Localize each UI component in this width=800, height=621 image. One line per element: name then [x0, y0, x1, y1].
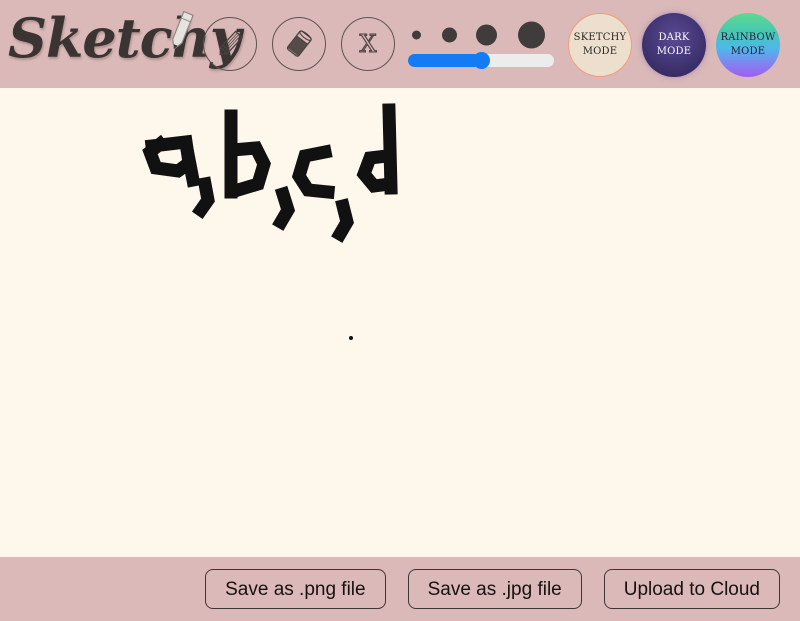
- eraser-icon: [286, 30, 312, 57]
- sketchy-mode-label-line1: SKETCHY: [573, 31, 627, 43]
- sketchy-app: Sketchy X SKETCHY MODE DARK MODE RAINBOW…: [0, 0, 800, 621]
- rainbow-mode-label-line2: MODE: [730, 46, 766, 57]
- brush-dot-1: [412, 30, 421, 40]
- dark-mode-label-line1: DARK: [658, 31, 690, 43]
- toolbar: Sketchy X SKETCHY MODE DARK MODE RAINBOW…: [0, 0, 800, 88]
- mode-buttons: SKETCHY MODE DARK MODE RAINBOW MODE: [568, 13, 780, 77]
- sketchy-mode-label-line2: MODE: [582, 46, 618, 57]
- upload-cloud-button[interactable]: Upload to Cloud: [603, 569, 780, 609]
- rainbow-mode-label-line1: RAINBOW: [720, 31, 776, 43]
- canvas-strokes: [142, 103, 398, 340]
- eraser-tool-button[interactable]: [272, 17, 326, 71]
- dark-mode-label-line2: MODE: [656, 46, 692, 57]
- brush-dot-3: [476, 24, 497, 46]
- tool-buttons: X: [203, 17, 395, 71]
- pencil-tool-button[interactable]: [203, 17, 257, 71]
- clear-canvas-button[interactable]: X: [341, 17, 395, 71]
- sketchy-mode-button[interactable]: SKETCHY MODE: [568, 13, 632, 77]
- brush-dot-4: [518, 21, 545, 49]
- dark-mode-button[interactable]: DARK MODE: [642, 13, 706, 77]
- app-logo: Sketchy: [8, 4, 241, 84]
- save-png-button[interactable]: Save as .png file: [205, 569, 386, 609]
- brush-size-preview-dots: [408, 18, 558, 52]
- rainbow-mode-button[interactable]: RAINBOW MODE: [716, 13, 780, 77]
- slider-fill: [408, 53, 481, 67]
- drawing-canvas[interactable]: [0, 88, 800, 557]
- brush-dot-2: [442, 27, 457, 43]
- save-jpg-button[interactable]: Save as .jpg file: [407, 569, 582, 609]
- x-icon: X: [359, 29, 377, 58]
- brush-size-control: [408, 18, 558, 69]
- pencil-icon: [219, 30, 244, 56]
- footer-actions: Save as .png file Save as .jpg file Uplo…: [0, 557, 800, 621]
- brush-size-slider[interactable]: [408, 51, 554, 69]
- svg-text:X: X: [359, 30, 376, 58]
- slider-thumb[interactable]: [472, 51, 490, 69]
